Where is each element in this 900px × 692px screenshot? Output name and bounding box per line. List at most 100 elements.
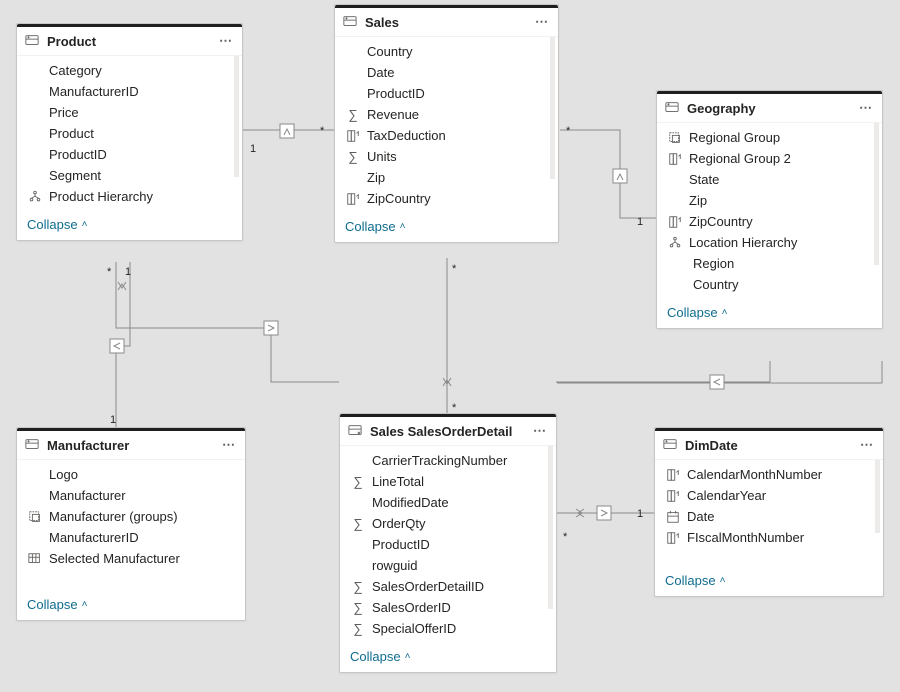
field-item[interactable]: Product: [17, 123, 242, 144]
field-item[interactable]: Zip: [335, 167, 558, 188]
collapse-button[interactable]: Collapse˄: [17, 211, 242, 240]
table-icon: [665, 100, 681, 116]
calc-table-icon: [27, 552, 43, 566]
calc-column-icon: [665, 468, 681, 482]
chevron-up-icon: ˄: [720, 575, 726, 586]
table-title: Product: [47, 34, 213, 49]
field-item[interactable]: ProductID: [335, 83, 558, 104]
field-item[interactable]: Selected Manufacturer: [17, 548, 245, 569]
chevron-up-icon: ˄: [82, 219, 88, 230]
field-item[interactable]: CalendarMonthNumber: [655, 464, 883, 485]
field-item[interactable]: ∑LineTotal: [340, 471, 556, 492]
hierarchy-icon: [27, 190, 43, 204]
table-header[interactable]: Geography ⋯: [657, 94, 882, 123]
table-header[interactable]: Manufacturer ⋯: [17, 431, 245, 460]
field-item[interactable]: ∑SpecialOfferID: [340, 618, 556, 639]
field-item[interactable]: Price: [17, 102, 242, 123]
scrollbar[interactable]: [234, 56, 239, 177]
svg-text:*: *: [320, 125, 325, 137]
sigma-icon: ∑: [350, 600, 366, 615]
field-item[interactable]: ∑SalesOrderID: [340, 597, 556, 618]
table-icon: [25, 437, 41, 453]
table-title: Geography: [687, 101, 853, 116]
collapse-button[interactable]: Collapse˄: [657, 299, 882, 328]
scrollbar[interactable]: [550, 37, 555, 179]
svg-text:1: 1: [637, 508, 643, 520]
field-item[interactable]: CalendarYear: [655, 485, 883, 506]
table-sales[interactable]: Sales ⋯ Country Date ProductID ∑Revenue …: [334, 4, 559, 243]
svg-text:*: *: [563, 531, 568, 543]
field-item[interactable]: Location Hierarchy: [657, 232, 882, 253]
field-item[interactable]: Date: [655, 506, 883, 527]
calc-column-icon: [345, 192, 361, 206]
collapse-button[interactable]: Collapse˄: [340, 643, 556, 672]
table-manufacturer[interactable]: Manufacturer ⋯ Logo Manufacturer Manufac…: [16, 427, 246, 621]
field-item[interactable]: ModifiedDate: [340, 492, 556, 513]
field-item[interactable]: Country: [657, 274, 882, 295]
group-icon: [27, 510, 43, 524]
sigma-icon: ∑: [350, 474, 366, 489]
table-geography[interactable]: Geography ⋯ Regional Group Regional Grou…: [656, 90, 883, 329]
field-item[interactable]: Zip: [657, 190, 882, 211]
field-item[interactable]: Regional Group 2: [657, 148, 882, 169]
field-item[interactable]: ZipCountry: [657, 211, 882, 232]
field-item[interactable]: Category: [17, 60, 242, 81]
field-item[interactable]: ∑Revenue: [335, 104, 558, 125]
field-item[interactable]: TaxDeduction: [335, 125, 558, 146]
chevron-up-icon: ˄: [722, 307, 728, 318]
more-icon[interactable]: ⋯: [219, 33, 234, 49]
field-item[interactable]: Manufacturer (groups): [17, 506, 245, 527]
more-icon[interactable]: ⋯: [535, 14, 550, 30]
scrollbar[interactable]: [875, 460, 880, 533]
svg-text:1: 1: [637, 216, 643, 228]
field-item[interactable]: Logo: [17, 464, 245, 485]
table-salesorderdetail[interactable]: Sales SalesOrderDetail ⋯ CarrierTracking…: [339, 413, 557, 673]
field-item[interactable]: Manufacturer: [17, 485, 245, 506]
field-item[interactable]: ManufacturerID: [17, 527, 245, 548]
table-header[interactable]: Sales ⋯: [335, 8, 558, 37]
scrollbar[interactable]: [548, 446, 553, 609]
field-item[interactable]: ZipCountry: [335, 188, 558, 209]
table-header[interactable]: DimDate ⋯: [655, 431, 883, 460]
svg-text:1: 1: [250, 143, 256, 155]
collapse-button[interactable]: Collapse˄: [335, 213, 558, 242]
field-item[interactable]: State: [657, 169, 882, 190]
collapse-button[interactable]: Collapse˄: [17, 591, 245, 620]
field-item[interactable]: Country: [335, 41, 558, 62]
table-header[interactable]: Product ⋯: [17, 27, 242, 56]
field-item[interactable]: ∑Units: [335, 146, 558, 167]
table-product[interactable]: Product ⋯ Category ManufacturerID Price …: [16, 23, 243, 241]
field-list: Logo Manufacturer Manufacturer (groups) …: [17, 460, 245, 591]
more-icon[interactable]: ⋯: [860, 437, 875, 453]
field-item[interactable]: Date: [335, 62, 558, 83]
field-item[interactable]: Region: [657, 253, 882, 274]
field-item[interactable]: CarrierTrackingNumber: [340, 450, 556, 471]
scrollbar[interactable]: [874, 123, 879, 265]
table-dimdate[interactable]: DimDate ⋯ CalendarMonthNumber CalendarYe…: [654, 427, 884, 597]
calc-column-icon: [667, 215, 683, 229]
more-icon[interactable]: ⋯: [222, 437, 237, 453]
field-item[interactable]: Regional Group: [657, 127, 882, 148]
field-item[interactable]: rowguid: [340, 555, 556, 576]
field-item[interactable]: ManufacturerID: [17, 81, 242, 102]
more-icon[interactable]: ⋯: [533, 423, 548, 439]
field-item[interactable]: Segment: [17, 165, 242, 186]
field-item[interactable]: ∑OrderQty: [340, 513, 556, 534]
field-list: CalendarMonthNumber CalendarYear Date FI…: [655, 460, 883, 567]
field-item[interactable]: ∑SalesOrderDetailID: [340, 576, 556, 597]
field-item[interactable]: ProductID: [340, 534, 556, 555]
table-title: Sales: [365, 15, 529, 30]
more-icon[interactable]: ⋯: [859, 100, 874, 116]
calc-column-icon: [665, 531, 681, 545]
table-header[interactable]: Sales SalesOrderDetail ⋯: [340, 417, 556, 446]
table-title: Sales SalesOrderDetail: [370, 424, 527, 439]
field-list: Regional Group Regional Group 2 State Zi…: [657, 123, 882, 299]
calc-column-icon: [665, 489, 681, 503]
table-title: Manufacturer: [47, 438, 216, 453]
collapse-button[interactable]: Collapse˄: [655, 567, 883, 596]
field-item[interactable]: ProductID: [17, 144, 242, 165]
calc-column-icon: [667, 152, 683, 166]
svg-text:*: *: [452, 263, 457, 275]
field-item[interactable]: FIscalMonthNumber: [655, 527, 883, 548]
field-item[interactable]: Product Hierarchy: [17, 186, 242, 207]
